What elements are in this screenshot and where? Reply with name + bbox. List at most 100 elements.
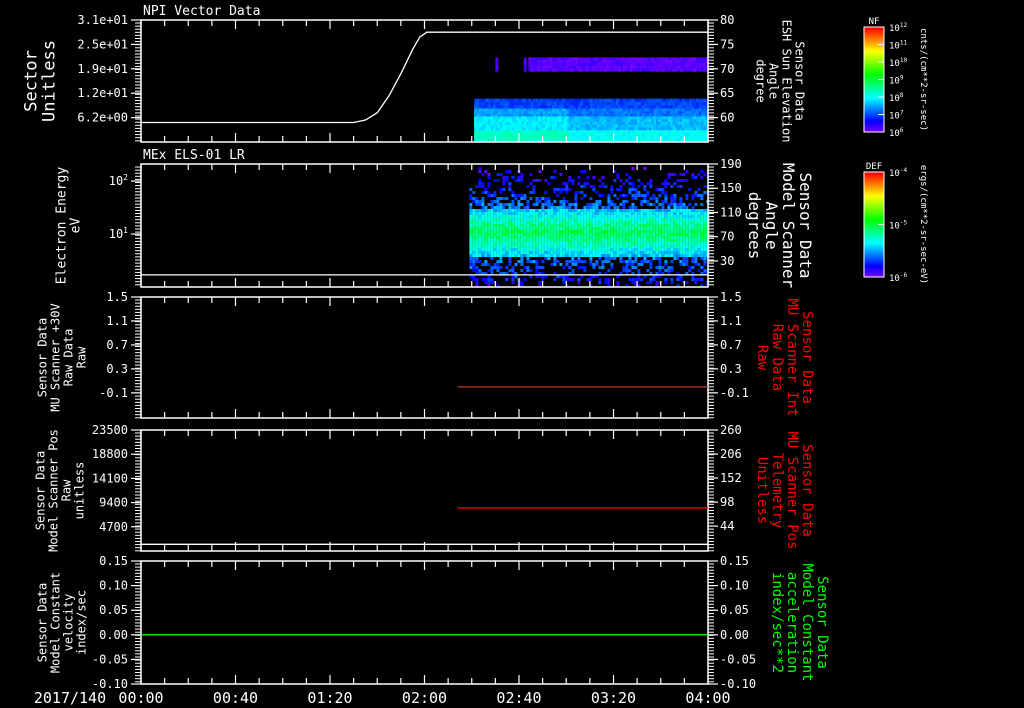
heatmap-cell — [703, 227, 707, 230]
heatmap-cell — [484, 233, 488, 236]
heatmap-cell — [568, 212, 572, 215]
heatmap-cell — [613, 236, 617, 239]
heatmap-cell — [685, 233, 689, 236]
heatmap-cell — [592, 188, 596, 191]
heatmap-cell — [493, 221, 497, 224]
heatmap-cell — [691, 278, 695, 281]
heatmap-cell — [643, 248, 647, 251]
heatmap-cell — [697, 242, 701, 245]
heatmap-cell — [583, 239, 587, 242]
heatmap-cell — [652, 209, 656, 212]
heatmap-cell — [523, 212, 527, 215]
heatmap-cell — [616, 242, 620, 245]
heatmap-cell — [547, 224, 551, 227]
heatmap-cell — [571, 239, 575, 242]
heatmap-cell — [541, 266, 545, 269]
heatmap-cell — [664, 278, 668, 281]
heatmap-cell — [502, 245, 506, 248]
heatmap-cell — [664, 179, 668, 182]
heatmap-cell — [601, 260, 605, 263]
heatmap-cell — [601, 218, 605, 221]
time-tick-label: 01:20 — [307, 689, 352, 707]
heatmap-cell — [682, 242, 686, 245]
heatmap-cell — [487, 245, 491, 248]
heatmap-cell — [589, 185, 593, 188]
heatmap-cell — [574, 245, 578, 248]
heatmap-cell — [559, 215, 563, 218]
colorbar-tick-label: 1011 — [889, 40, 907, 52]
heatmap-cell — [613, 218, 617, 221]
colorbar-tick-label: 106 — [889, 127, 904, 139]
heatmap-cell — [487, 218, 491, 221]
heatmap-cell — [631, 254, 635, 257]
heatmap-cell — [499, 251, 503, 254]
heatmap-cell — [670, 224, 674, 227]
heatmap-cell — [616, 281, 620, 284]
heatmap-cell — [625, 242, 629, 245]
heatmap-cell — [655, 254, 659, 257]
heatmap-cell — [559, 236, 563, 239]
heatmap-cell — [676, 242, 680, 245]
heatmap-cell — [694, 239, 698, 242]
heatmap-cell — [499, 266, 503, 269]
heatmap-cell — [538, 233, 542, 236]
heatmap-cell — [676, 206, 680, 209]
heatmap-cell — [481, 245, 485, 248]
heatmap-cell — [589, 206, 593, 209]
heatmap-cell — [655, 230, 659, 233]
heatmap-cell — [526, 227, 530, 230]
tick-base: 10 — [889, 42, 900, 52]
heatmap-cell — [607, 227, 611, 230]
heatmap-cell — [580, 227, 584, 230]
heatmap-cell — [607, 269, 611, 272]
heatmap-cell — [532, 233, 536, 236]
heatmap-cell — [697, 251, 701, 254]
y-left-label-line: eV — [68, 218, 83, 234]
heatmap-cell — [568, 242, 572, 245]
heatmap-cell — [577, 221, 581, 224]
heatmap-cell — [550, 209, 554, 212]
heatmap-cell — [637, 239, 641, 242]
heatmap-cell — [625, 227, 629, 230]
heatmap-cell — [700, 278, 704, 281]
heatmap-cell — [658, 209, 662, 212]
tick-exponent: 7 — [900, 110, 904, 117]
heatmap-cell — [637, 191, 641, 194]
heatmap-cell — [577, 215, 581, 218]
heatmap-cell — [667, 236, 671, 239]
heatmap-cell — [595, 233, 599, 236]
heatmap-cell — [562, 248, 566, 251]
heatmap-cell — [502, 206, 506, 209]
heatmap-cell — [559, 248, 563, 251]
heatmap-cell — [631, 278, 635, 281]
heatmap-cell — [607, 248, 611, 251]
heatmap-cell — [628, 239, 632, 242]
heatmap-cell — [628, 251, 632, 254]
heatmap-cell — [556, 209, 560, 212]
heatmap-cell — [565, 251, 569, 254]
heatmap-cell — [589, 233, 593, 236]
heatmap-cell — [526, 269, 530, 272]
heatmap-cell — [514, 230, 518, 233]
heatmap-cell — [586, 176, 590, 179]
heatmap-cell — [682, 254, 686, 257]
heatmap-cell — [577, 266, 581, 269]
heatmap-cell — [550, 239, 554, 242]
heatmap-cell — [562, 200, 566, 203]
heatmap-cell — [580, 197, 584, 200]
heatmap-cell — [487, 176, 491, 179]
heatmap-cell — [637, 185, 641, 188]
heatmap-cell — [469, 242, 473, 245]
heatmap-cell — [520, 242, 524, 245]
heatmap-cell — [535, 239, 539, 242]
heatmap-cell — [472, 197, 476, 200]
heatmap-cell — [490, 200, 494, 203]
heatmap-cell — [655, 209, 659, 212]
heatmap-cell — [487, 254, 491, 257]
heatmap-cell — [487, 278, 491, 281]
heatmap-cell — [523, 230, 527, 233]
heatmap-cell — [523, 194, 527, 197]
heatmap-cell — [649, 263, 653, 266]
heatmap-cell — [619, 230, 623, 233]
heatmap-cell — [601, 233, 605, 236]
